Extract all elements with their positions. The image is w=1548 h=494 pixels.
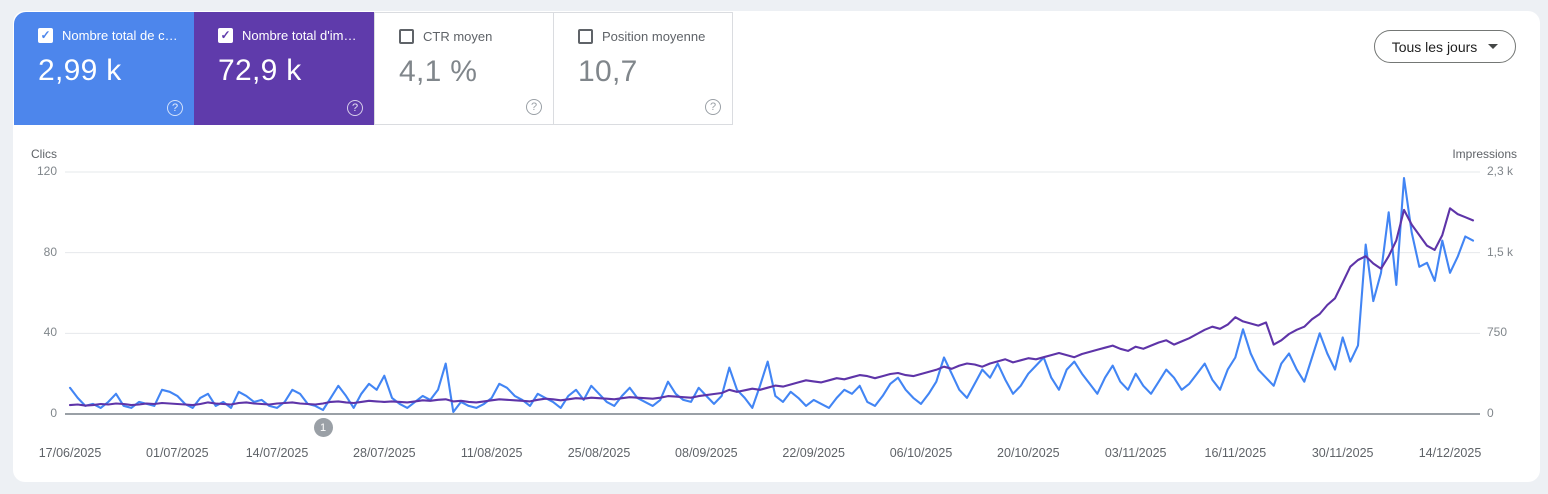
clicks-line[interactable] (68, 177, 1475, 414)
x-axis-label: 16/11/2025 (1204, 446, 1267, 460)
y-axis-tick: 0 (1487, 406, 1494, 420)
x-axis-label: 14/12/2025 (1418, 446, 1482, 460)
x-axis-label: 14/07/2025 (245, 446, 309, 460)
x-axis-label: 28/07/2025 (353, 446, 416, 460)
x-axis-label: 03/11/2025 (1104, 446, 1167, 460)
y-axis-tick: 120 (36, 164, 57, 178)
x-axis-label: 25/08/2025 (567, 446, 631, 460)
y-axis-tick: 0 (50, 406, 57, 420)
x-axis-label: 06/10/2025 (889, 446, 953, 460)
x-axis-label: 08/09/2025 (675, 446, 738, 460)
x-axis-label: 17/06/2025 (38, 446, 102, 460)
y-axis-tick: 2,3 k (1487, 164, 1514, 178)
y-axis-tick: 40 (43, 325, 57, 340)
x-axis-label: 22/09/2025 (782, 446, 845, 460)
x-axis-label: 20/10/2025 (997, 446, 1060, 460)
x-axis-label: 30/11/2025 (1311, 446, 1374, 460)
annotation-badge[interactable]: 1 (313, 418, 333, 437)
x-axis-label: 11/08/2025 (460, 446, 523, 460)
performance-chart[interactable] (0, 0, 1548, 494)
y-axis-tick: 750 (1487, 325, 1508, 340)
y-axis-tick: 1,5 k (1487, 244, 1514, 259)
y-axis-tick: 80 (43, 244, 57, 259)
x-axis-label: 01/07/2025 (146, 446, 209, 460)
grid-lines (65, 171, 1480, 415)
